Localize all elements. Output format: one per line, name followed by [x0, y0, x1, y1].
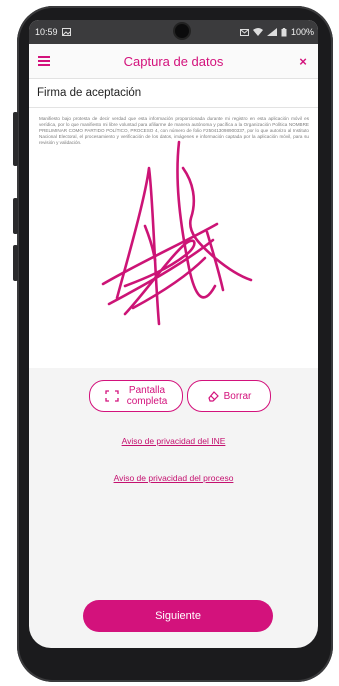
- app-header: Captura de datos ×: [29, 44, 318, 79]
- status-time: 10:59: [35, 27, 58, 37]
- power-button: [13, 112, 18, 166]
- erase-button[interactable]: Borrar: [187, 380, 271, 412]
- next-button[interactable]: Siguiente: [83, 600, 273, 632]
- close-icon[interactable]: ×: [288, 44, 318, 78]
- signal-icon: [266, 28, 277, 36]
- signature-drawing: [101, 140, 253, 326]
- fullscreen-icon: [105, 390, 119, 402]
- fullscreen-label-line1: Pantalla: [128, 385, 166, 396]
- mail-icon: [239, 28, 249, 36]
- volume-down-button: [13, 245, 18, 281]
- battery-level: 100%: [290, 27, 314, 37]
- wifi-icon: [252, 28, 263, 36]
- privacy-ine-link[interactable]: Aviso de privacidad del INE: [29, 436, 318, 446]
- page-title: Captura de datos: [123, 53, 224, 69]
- status-bar: 10:59 100%: [29, 20, 318, 44]
- eraser-icon: [207, 391, 219, 402]
- fullscreen-label-line2: completa: [126, 396, 168, 407]
- fullscreen-button[interactable]: Pantalla completa: [89, 380, 183, 412]
- actions-area: Pantalla completa Borrar Aviso de privac…: [29, 368, 318, 538]
- volume-up-button: [13, 198, 18, 234]
- app-screen: 10:59 100% Captura de datos × Firma de a…: [29, 20, 318, 648]
- signature-area[interactable]: Manifiesto bajo protesta de decir verdad…: [29, 108, 318, 368]
- menu-icon[interactable]: [29, 44, 59, 78]
- section-title: Firma de aceptación: [29, 79, 318, 108]
- privacy-process-link[interactable]: Aviso de privacidad del proceso: [29, 473, 318, 483]
- camera-notch: [175, 24, 189, 38]
- erase-label: Borrar: [223, 390, 252, 402]
- battery-icon: [281, 27, 287, 36]
- image-icon: [61, 28, 71, 36]
